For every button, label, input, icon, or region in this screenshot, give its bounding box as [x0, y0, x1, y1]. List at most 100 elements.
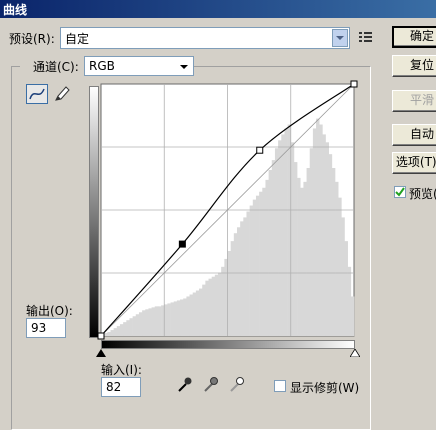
- histogram-bar: [142, 310, 146, 336]
- options-button[interactable]: 选项(T)...: [392, 152, 436, 174]
- histogram-bar: [246, 211, 250, 336]
- curves-graph[interactable]: [97, 80, 358, 340]
- preset-label: 预设(R):: [9, 32, 55, 46]
- histogram-bar: [167, 303, 171, 336]
- histogram-bar: [129, 318, 133, 336]
- preset-dropdown[interactable]: 自定: [60, 27, 350, 49]
- histogram-bar: [233, 233, 238, 336]
- output-label: 输出(O):: [26, 304, 73, 318]
- histogram-bar: [123, 322, 127, 336]
- histogram-bar: [113, 328, 118, 336]
- histogram-bar: [309, 148, 314, 336]
- preset-value: 自定: [65, 32, 90, 46]
- histogram-bar: [347, 266, 352, 336]
- histogram-bar: [297, 177, 301, 336]
- histogram-bar: [303, 181, 307, 336]
- channel-value: RGB: [89, 59, 115, 73]
- histogram-bar: [202, 284, 206, 336]
- checkmark-icon: [395, 187, 405, 197]
- input-label: 输入(I):: [101, 363, 142, 377]
- chevron-down-icon: [336, 36, 344, 40]
- histogram-bar: [271, 160, 276, 336]
- curve-control-point[interactable]: [97, 332, 105, 340]
- histogram-bar: [265, 179, 269, 336]
- black-eyedropper-icon[interactable]: [176, 375, 194, 393]
- chevron-down-icon: [180, 65, 188, 69]
- histogram-bar: [268, 169, 273, 336]
- histogram-bar: [252, 199, 257, 336]
- pencil-tool-button[interactable]: [52, 84, 72, 104]
- histogram-bar: [170, 302, 175, 336]
- histogram-bar: [325, 142, 329, 336]
- histogram-bar: [312, 128, 317, 336]
- auto-button[interactable]: 自动: [392, 124, 436, 146]
- window-titlebar: 曲线: [0, 0, 436, 18]
- histogram-bar: [218, 272, 222, 336]
- curve-control-point[interactable]: [256, 146, 264, 154]
- histogram-bar: [211, 276, 216, 336]
- white-point-slider[interactable]: [350, 349, 360, 357]
- histogram-bar: [274, 148, 279, 336]
- histogram-bar: [335, 181, 339, 336]
- histogram-bar: [104, 333, 108, 336]
- histogram-bar: [249, 205, 254, 336]
- histogram-bar: [110, 330, 114, 336]
- histogram-bar: [341, 217, 345, 336]
- histogram-bar: [243, 217, 247, 336]
- histogram-bar: [255, 195, 260, 336]
- histogram-bar: [180, 299, 184, 336]
- histogram-bar: [331, 168, 336, 336]
- histogram-bar: [230, 241, 235, 336]
- histogram-bar: [316, 118, 320, 336]
- histogram-bar: [189, 294, 194, 336]
- preset-dropdown-arrow[interactable]: [332, 29, 348, 47]
- curve-tool-button[interactable]: [26, 84, 48, 104]
- output-field[interactable]: 93: [26, 318, 66, 338]
- histogram-bar: [186, 296, 190, 336]
- histogram-bar: [195, 290, 200, 336]
- histogram-bar: [259, 191, 263, 336]
- preset-options-icon[interactable]: [358, 30, 374, 47]
- black-point-slider[interactable]: [96, 349, 106, 357]
- histogram-bar: [278, 140, 282, 336]
- channel-label: 通道(C):: [33, 60, 79, 74]
- curve-tool-icon: [29, 88, 45, 100]
- histogram-bar: [138, 312, 143, 336]
- histogram-bar: [154, 306, 159, 336]
- curve-control-point[interactable]: [350, 80, 358, 88]
- histogram-bar: [164, 304, 168, 336]
- histogram-bar: [221, 266, 225, 336]
- smooth-button[interactable]: 平滑: [392, 90, 436, 112]
- histogram-bar: [192, 292, 197, 336]
- show-clipping-checkbox[interactable]: [274, 380, 286, 392]
- pencil-icon: [55, 86, 70, 101]
- histogram-bar: [157, 306, 162, 336]
- input-field[interactable]: 82: [101, 377, 141, 397]
- histogram-bar: [227, 251, 231, 336]
- histogram-bar: [290, 142, 295, 336]
- gray-eyedropper-icon[interactable]: [202, 375, 220, 393]
- histogram-bar: [328, 154, 333, 336]
- histogram-bar: [350, 296, 355, 336]
- histogram-bar: [344, 241, 348, 336]
- white-eyedropper-icon[interactable]: [228, 375, 246, 393]
- ok-button[interactable]: 确定: [392, 26, 436, 48]
- list-menu-icon: [359, 32, 372, 42]
- curve-control-point[interactable]: [178, 240, 186, 248]
- histogram-bar: [281, 134, 285, 336]
- histogram-bar: [119, 324, 124, 336]
- channel-dropdown[interactable]: RGB: [84, 56, 194, 76]
- histogram-bar: [319, 124, 323, 336]
- histogram-bar: [176, 300, 181, 336]
- reset-button[interactable]: 复位: [392, 55, 436, 77]
- histogram-bar: [148, 308, 152, 336]
- preview-checkbox[interactable]: [394, 186, 406, 198]
- histogram-bar: [214, 274, 219, 336]
- histogram-bar: [293, 162, 298, 336]
- histogram-bar: [173, 301, 178, 336]
- histogram-bar: [145, 309, 149, 336]
- histogram-bar: [132, 316, 137, 336]
- window-title: 曲线: [3, 3, 28, 17]
- histogram-bar: [199, 288, 203, 336]
- histogram-bar: [135, 314, 140, 336]
